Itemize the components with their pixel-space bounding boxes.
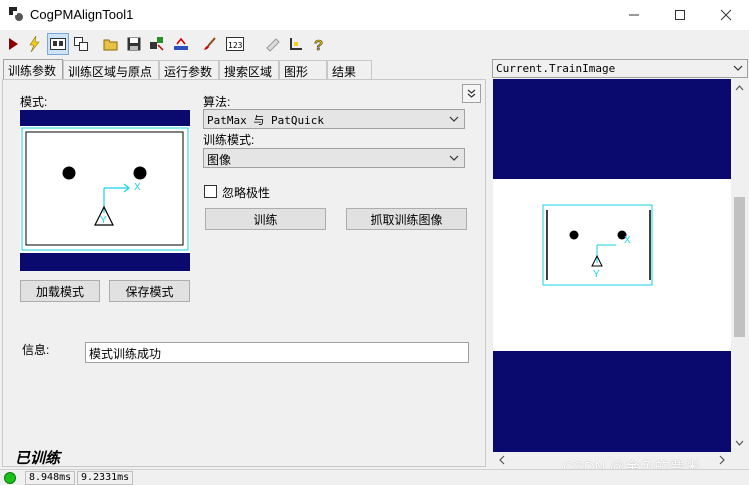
electric-button[interactable] <box>23 33 45 55</box>
fiducial-dot-left <box>62 166 76 180</box>
reset-arrow-icon <box>174 37 188 50</box>
grab-train-image-button[interactable]: 抓取训练图像 <box>346 208 467 230</box>
train-mode-label: 训练模式: <box>203 133 255 147</box>
status-bar: 8.948ms 9.2331ms <box>0 469 749 485</box>
help-button[interactable]: ? <box>308 33 330 55</box>
reset-button[interactable] <box>170 33 192 55</box>
pattern-image: X Y <box>20 126 190 253</box>
open-button[interactable] <box>100 33 122 55</box>
toolbar: 123 ? <box>0 30 749 58</box>
app-icon <box>8 6 24 22</box>
copy-view-button[interactable] <box>70 33 92 55</box>
close-icon <box>720 9 732 21</box>
tab-graphics[interactable]: 图形 <box>279 60 327 79</box>
algorithm-label: 算法: <box>203 95 231 109</box>
image-source-select[interactable]: Current.TrainImage <box>492 59 748 78</box>
status-light-icon <box>4 472 16 484</box>
vertical-scrollbar[interactable] <box>731 79 748 452</box>
title-bar: CogPMAlignTool1 <box>0 0 749 30</box>
pattern-label: 模式: <box>20 95 48 109</box>
close-button[interactable] <box>703 0 749 30</box>
pencil-icon <box>266 38 280 52</box>
import-button[interactable] <box>146 33 168 55</box>
double-chevron-down-icon <box>467 89 476 98</box>
info-label: 信息: <box>22 343 50 357</box>
ignore-polarity-checkbox[interactable] <box>204 185 217 198</box>
scroll-up-icon <box>735 85 744 91</box>
minimize-button[interactable] <box>611 0 657 30</box>
chevron-down-icon <box>449 155 459 161</box>
train-mode-select[interactable]: 图像 <box>203 148 465 168</box>
run-button[interactable] <box>2 33 24 55</box>
algorithm-select[interactable]: PatMax 与 PatQuick <box>203 109 465 129</box>
lightning-icon <box>29 36 40 52</box>
pattern-axis-x-label: X <box>134 182 141 193</box>
tab-results[interactable]: 结果 <box>327 60 372 79</box>
save-pattern-button[interactable]: 保存模式 <box>109 280 190 302</box>
brush-icon <box>204 37 216 50</box>
chevron-down-icon <box>449 116 459 122</box>
measure-button[interactable] <box>285 33 307 55</box>
scroll-right-icon <box>719 455 725 465</box>
chevron-down-icon <box>733 65 743 71</box>
train-button[interactable]: 训练 <box>205 208 326 230</box>
folder-open-icon <box>103 39 118 51</box>
edit-tool-button[interactable] <box>262 33 284 55</box>
numbers-icon: 123 <box>226 37 244 51</box>
scroll-down-icon <box>735 440 744 446</box>
window-title: CogPMAlignTool1 <box>30 7 134 22</box>
maximize-icon <box>675 10 685 20</box>
tab-train-region-origin[interactable]: 训练区域与原点 <box>63 60 159 79</box>
status-time-1: 8.948ms <box>25 471 76 485</box>
info-field: 模式训练成功 <box>85 342 469 363</box>
tab-train-params[interactable]: 训练参数 <box>3 59 63 80</box>
collapse-button[interactable] <box>462 84 481 103</box>
train-image: X Y <box>493 179 731 351</box>
maximize-button[interactable] <box>657 0 703 30</box>
train-mode-value: 图像 <box>207 153 232 167</box>
fiducial-dot-right <box>133 166 147 180</box>
save-button[interactable] <box>123 33 145 55</box>
image-axis-x-label: X <box>624 235 631 246</box>
image-view-button[interactable] <box>47 33 69 55</box>
tab-search-region[interactable]: 搜索区域 <box>219 60 279 79</box>
ruler-icon <box>290 38 302 50</box>
image-axis-y-label: Y <box>593 269 600 280</box>
numeric-button[interactable]: 123 <box>224 33 246 55</box>
svg-text:?: ? <box>314 37 323 52</box>
trained-status-label: 已训练 <box>15 451 61 467</box>
ignore-polarity-label: 忽略极性 <box>222 186 271 200</box>
pattern-axis-y-label: Y <box>100 215 107 226</box>
scroll-left-icon <box>499 455 505 465</box>
vertical-scroll-thumb[interactable] <box>734 197 745 337</box>
floppy-disk-icon <box>127 37 141 51</box>
load-pattern-button[interactable]: 加载模式 <box>20 280 100 302</box>
train-image-display[interactable]: X Y <box>493 79 731 452</box>
svg-text:123: 123 <box>228 41 243 50</box>
image-dot-left <box>569 230 579 240</box>
algorithm-value: PatMax 与 PatQuick <box>207 114 324 127</box>
minimize-icon <box>629 14 639 16</box>
question-mark-icon: ? <box>314 37 324 52</box>
run-icon <box>9 38 18 50</box>
display-icon <box>50 38 66 50</box>
clear-graphics-button[interactable] <box>199 33 221 55</box>
status-time-2: 9.2331ms <box>77 471 134 485</box>
window-copy-icon <box>74 37 88 51</box>
import-image-icon <box>150 37 164 51</box>
tab-run-params[interactable]: 运行参数 <box>159 60 219 79</box>
image-source-value: Current.TrainImage <box>496 62 616 75</box>
pattern-view[interactable]: X Y <box>20 110 190 271</box>
